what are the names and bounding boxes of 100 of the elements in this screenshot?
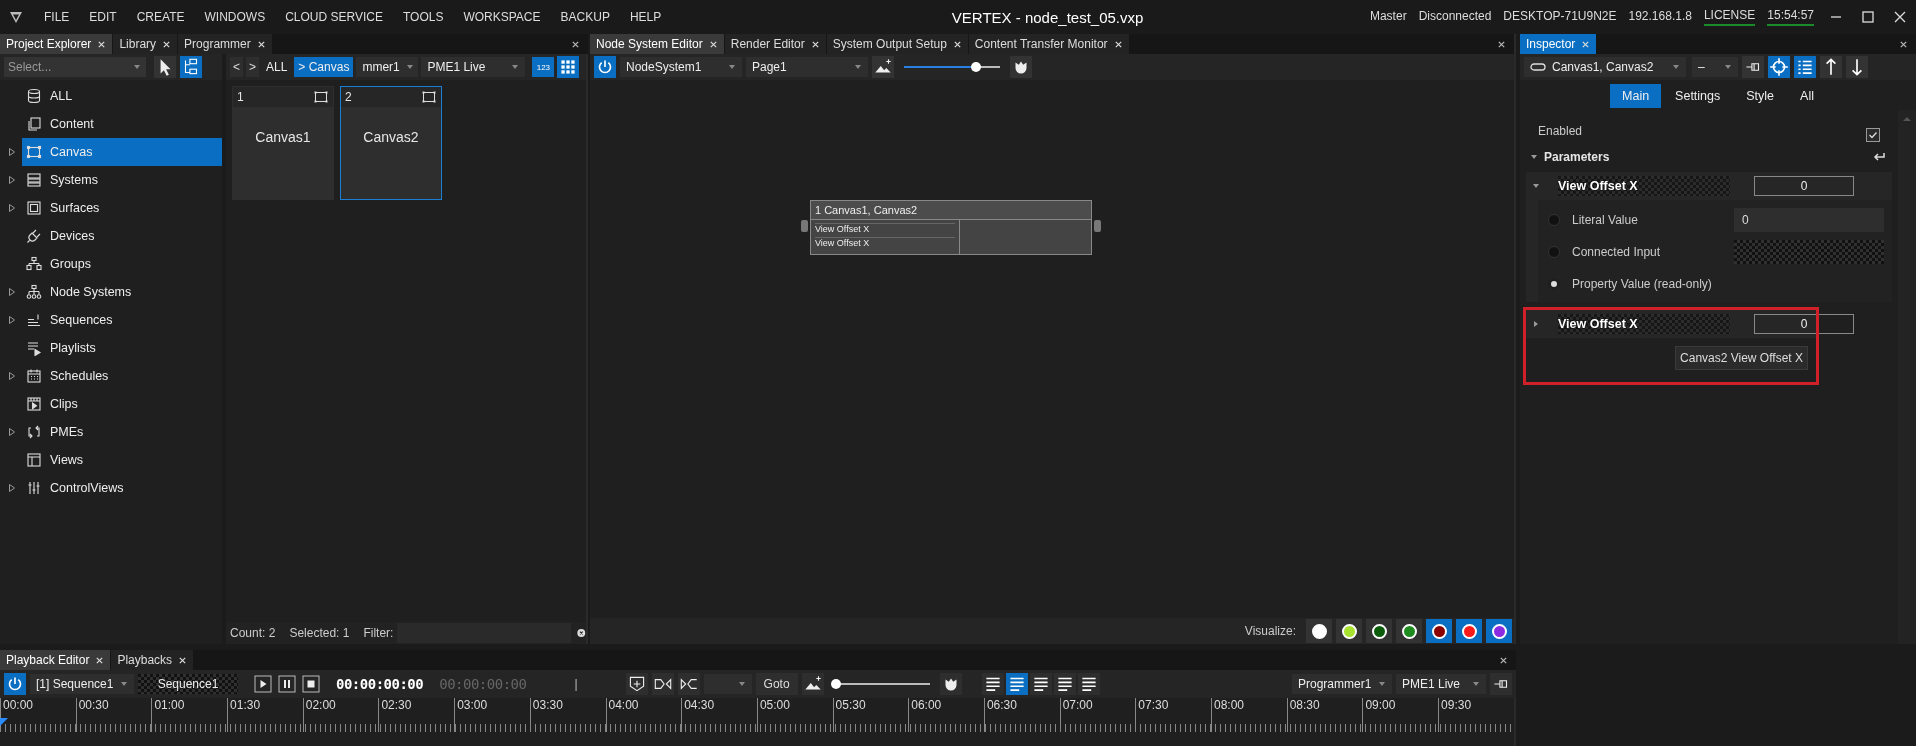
tree-item[interactable]: Groups [22,250,222,278]
time-label: 02:00 [305,698,336,712]
goto-button[interactable]: Goto [755,673,798,695]
programmer-dropdown[interactable]: Programmer1 [1292,674,1392,694]
visualize-label: Visualize: [1244,624,1296,638]
tree-item[interactable]: Node Systems [22,278,222,306]
panel-tab[interactable]: Render Editor [724,34,826,54]
panel-tab[interactable]: Playbacks [111,650,194,670]
count-text: Count: 2 [230,626,276,640]
time-label: 02:30 [381,698,412,712]
selected-count: Selected: 1 [289,626,350,640]
status-text[interactable]: 15:54:57 [1767,8,1814,26]
parameter-label: View Offset X [1558,176,1730,196]
panel-tab[interactable]: Content Transfer Monitor [968,34,1129,54]
page-dropdown[interactable]: Page1 [746,57,868,77]
target-dropdown[interactable]: Canvas1, Canvas2 [1524,57,1686,77]
select-field[interactable]: Select... [4,57,128,77]
panel-tab[interactable]: Node System Editor [590,34,724,54]
menu-item[interactable]: CLOUD SERVICE [275,10,393,24]
status-text: DESKTOP-71U9N2E [1503,9,1617,25]
time-label: 04:00 [608,698,639,712]
timecode: 00:00:00:00 [336,676,424,692]
canvas-tile[interactable]: 2 Canvas2 [340,86,442,200]
section-tab[interactable]: Main [1610,84,1662,108]
tile-index: 1 [237,90,244,104]
tree-item[interactable]: Schedules [22,362,222,390]
tree-item[interactable]: PMEs [22,418,222,446]
time-label: 07:00 [1062,698,1093,712]
port-label: View Offset X [815,237,955,249]
tree-item[interactable]: Devices [22,222,222,250]
tree-item[interactable]: Canvas [22,138,222,166]
time-label: 03:30 [532,698,563,712]
node-system-dropdown[interactable]: NodeSystem1 [620,57,742,77]
pme-dropdown[interactable]: PME1 Live [1396,674,1486,694]
menu-item[interactable]: CREATE [126,10,195,24]
pme-dropdown[interactable]: PME1 Live [421,57,526,77]
tree-item[interactable]: Playlists [22,334,222,362]
time-label: 03:00 [457,698,488,712]
cursor-mark: | [574,677,578,691]
status-text[interactable]: LICENSE [1703,8,1756,26]
time-label: 09:00 [1365,698,1396,712]
time-label: 01:00 [154,698,185,712]
section-tab[interactable]: Style [1734,84,1787,108]
status-text: Disconnected [1418,9,1492,25]
time-label: 08:00 [1214,698,1245,712]
menu-item[interactable]: HELP [619,10,672,24]
time-label: 08:30 [1289,698,1320,712]
menu-item[interactable]: WORKSPACE [453,10,551,24]
port-label: View Offset X [815,223,955,235]
tooltip: Canvas2 View Offset X [1675,346,1808,370]
section-tab[interactable]: All [1788,84,1826,108]
node-title: 1 Canvas1, Canvas2 [811,201,1091,220]
source-label: Property Value (read-only) [1572,277,1712,291]
literal-field[interactable]: 0 [1734,208,1884,232]
section-title: Parameters [1544,150,1611,164]
time-label: 06:30 [986,698,1017,712]
breadcrumb[interactable]: ALL [262,57,292,77]
nav-button[interactable]: > [246,57,259,77]
time-label: 00:30 [78,698,109,712]
time-label: 06:00 [911,698,942,712]
panel-tab[interactable]: Inspector [1520,34,1597,54]
tree-item[interactable]: ALL [22,82,222,110]
sequence-name: Sequence1 [138,674,238,694]
numbers-button[interactable]: 123 [532,57,555,77]
status-text: 192.168.1.8 [1628,9,1692,25]
programmer-dropdown[interactable]: mmer1 [356,57,419,77]
panel-tab[interactable]: Project Explorer [0,34,113,54]
panel-tab[interactable]: System Output Setup [826,34,968,54]
parameter-label: View Offset X [1558,314,1730,334]
value-field[interactable]: 0 [1754,314,1854,334]
value-field[interactable]: 0 [1754,176,1854,196]
tree-item[interactable]: Systems [22,166,222,194]
mode-dropdown[interactable]: – [1692,57,1738,77]
tree-item[interactable]: Content [22,110,222,138]
tree-item[interactable]: Sequences [22,306,222,334]
menu-item[interactable]: BACKUP [550,10,620,24]
sequence-dropdown[interactable]: [1] Sequence1 [30,674,134,694]
breadcrumb[interactable]: > Canvas [294,57,354,77]
time-label: 00:00 [3,698,34,712]
node-box[interactable]: 1 Canvas1, Canvas2 View Offset X View Offset X [810,200,1092,255]
tree-item[interactable]: ControlViews [22,474,222,502]
menu-item[interactable]: FILE [34,10,80,24]
panel-tab[interactable]: Library [113,34,178,54]
status-text: Master [1369,9,1407,25]
panel-tab[interactable]: Programmer [178,34,272,54]
tree-item[interactable]: Surfaces [22,194,222,222]
source-label: Literal Value [1572,213,1639,227]
filter-label: Filter: [363,626,394,640]
nav-button[interactable]: < [230,57,243,77]
menu-item[interactable]: TOOLS [392,10,454,24]
tile-index: 2 [345,90,352,104]
menu-item[interactable]: WINDOWS [194,10,276,24]
section-tab[interactable]: Settings [1663,84,1733,108]
time-label: 05:00 [759,698,790,712]
panel-tab[interactable]: Playback Editor [0,650,111,670]
canvas-tile[interactable]: 1 Canvas1 [232,86,334,200]
tree-item[interactable]: Clips [22,390,222,418]
menu-item[interactable]: EDIT [79,10,127,24]
source-label: Connected Input [1572,245,1662,259]
tree-item[interactable]: Views [22,446,222,474]
